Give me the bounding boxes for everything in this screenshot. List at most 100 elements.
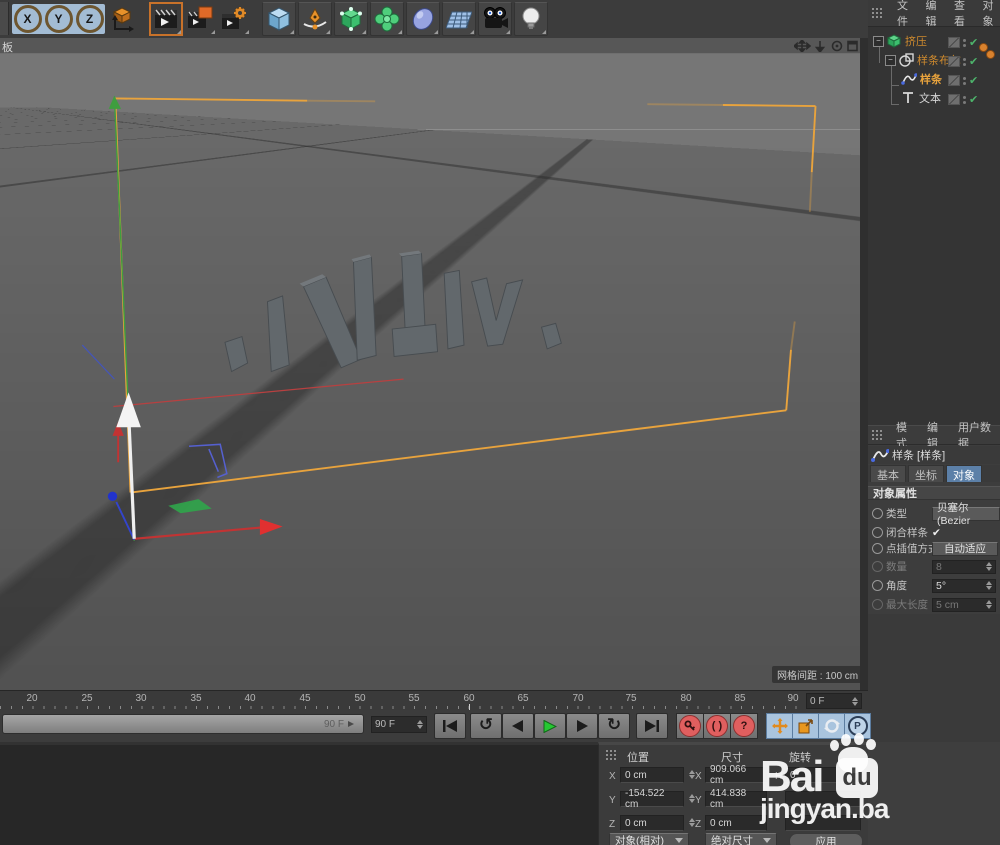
tab-object[interactable]: 对象: [946, 465, 982, 482]
position-x-field[interactable]: 0 cm: [620, 767, 684, 783]
panel-divider[interactable]: [860, 38, 868, 742]
panel-grip-icon[interactable]: [872, 8, 886, 18]
subdivision-surface-button[interactable]: [334, 2, 368, 36]
axis-lock-group: X Y Z: [12, 4, 105, 34]
anim-dot-icon[interactable]: [872, 527, 883, 538]
next-frame-button[interactable]: [566, 713, 598, 739]
metaball-button[interactable]: [406, 2, 440, 36]
lock-z-axis-button[interactable]: Z: [74, 4, 105, 34]
tree-label[interactable]: 文本: [919, 90, 941, 106]
visibility-toggles[interactable]: ✔: [948, 55, 978, 68]
autokey-button[interactable]: ( ): [703, 713, 731, 739]
size-header: 尺寸: [721, 749, 743, 765]
lock-y-axis-button[interactable]: Y: [43, 4, 74, 34]
angle-field[interactable]: 5°: [932, 579, 996, 593]
cloner-array-button[interactable]: [370, 2, 404, 36]
lock-x-axis-button[interactable]: X: [12, 4, 43, 34]
goto-end-button[interactable]: [636, 713, 668, 739]
enabled-check-icon[interactable]: ✔: [969, 74, 978, 87]
visibility-dots-icon[interactable]: [963, 58, 966, 66]
tick-label: 30: [135, 693, 146, 704]
loop-icon: ↻: [607, 715, 621, 735]
visibility-dots-icon[interactable]: [963, 96, 966, 104]
goto-start-button[interactable]: [434, 713, 466, 739]
light-bulb-icon: [518, 6, 544, 32]
panel-grip-icon[interactable]: [872, 430, 886, 440]
current-frame-spinner[interactable]: 90 F: [371, 716, 427, 733]
visibility-dots-icon[interactable]: [963, 39, 966, 47]
render-picture-viewer-button[interactable]: [184, 3, 216, 35]
key-parameter-button[interactable]: P: [844, 713, 871, 739]
tree-label[interactable]: 挤压: [905, 33, 927, 49]
position-y-field[interactable]: -154.522 cm: [620, 791, 684, 807]
size-y-field[interactable]: 414.838 cm: [705, 791, 767, 807]
visibility-toggles[interactable]: ✔: [948, 36, 978, 49]
coord-mode-dropdown[interactable]: 对象(相对): [609, 833, 689, 845]
tab-basic[interactable]: 基本: [870, 465, 906, 482]
end-frame-spinner[interactable]: 0 F: [806, 693, 862, 709]
rotation-b-field[interactable]: [785, 815, 861, 831]
anim-dot-icon: [872, 599, 883, 610]
tick-label: 80: [680, 693, 691, 704]
tree-label-selected[interactable]: 样条: [920, 71, 942, 87]
axis-label: X: [609, 771, 616, 782]
timeline-ruler[interactable]: 20 25 30 35 40 45 50 55 60 65 70 75 80 8…: [0, 690, 868, 711]
loop-button[interactable]: ↻: [598, 713, 630, 739]
apply-button[interactable]: 应用: [789, 833, 863, 845]
render-view-button[interactable]: [150, 3, 182, 35]
om-menu-file[interactable]: 文件: [897, 0, 915, 27]
light-button[interactable]: [514, 2, 548, 36]
play-reverse-button[interactable]: ↺: [470, 713, 502, 739]
enabled-check-icon[interactable]: ✔: [969, 93, 978, 106]
key-position-button[interactable]: [766, 713, 793, 739]
visibility-toggles[interactable]: ✔: [948, 93, 978, 106]
render-settings-button[interactable]: [218, 3, 250, 35]
type-dropdown[interactable]: 贝塞尔(Bezier: [932, 507, 1000, 521]
visibility-dots-icon[interactable]: [963, 77, 966, 85]
timeline-range-slider[interactable]: 90 F: [2, 714, 364, 734]
size-z-field[interactable]: 0 cm: [705, 815, 767, 831]
size-mode-dropdown[interactable]: 绝对尺寸: [705, 833, 777, 845]
tree-row-extrude[interactable]: − 挤压: [873, 33, 927, 49]
attr-row-angle: 角度 5°: [868, 577, 1000, 594]
layer-icon[interactable]: [948, 37, 960, 48]
coordinates-panel: 位置 尺寸 旋转 X 0 cm Y -154.522 cm Z 0 cm X 9…: [598, 742, 869, 845]
visibility-toggles[interactable]: ✔: [948, 74, 978, 87]
help-button[interactable]: ?: [730, 713, 758, 739]
enabled-check-icon[interactable]: ✔: [969, 36, 978, 49]
om-menu-view[interactable]: 查看: [954, 0, 972, 27]
close-spline-checkbox[interactable]: ✔: [932, 526, 941, 540]
size-x-field[interactable]: 909.066 cm: [705, 767, 767, 783]
key-rotation-button[interactable]: [818, 713, 845, 739]
anim-dot-icon[interactable]: [872, 508, 883, 519]
bottom-left-panel[interactable]: [0, 742, 598, 845]
tree-row-spline[interactable]: 样条: [901, 71, 942, 87]
play-button[interactable]: [534, 713, 566, 739]
collapse-icon[interactable]: −: [885, 55, 896, 66]
om-menu-object[interactable]: 对象: [983, 0, 1000, 27]
y-axis-label: Y: [45, 5, 73, 33]
tree-row-text[interactable]: 文本: [901, 90, 941, 106]
object-manager[interactable]: − 挤压 ✔ − 样条布尔 ✔: [868, 27, 1000, 425]
camera-button[interactable]: [478, 2, 512, 36]
pen-spline-button[interactable]: [298, 2, 332, 36]
key-scale-button[interactable]: [792, 713, 819, 739]
layer-icon[interactable]: [948, 94, 960, 105]
layer-icon[interactable]: [948, 75, 960, 86]
editor-dot-icon[interactable]: [986, 50, 995, 59]
collapse-icon[interactable]: −: [873, 36, 884, 47]
om-menu-edit[interactable]: 编辑: [926, 0, 944, 27]
layer-icon[interactable]: [948, 56, 960, 67]
anim-dot-icon[interactable]: [872, 580, 883, 591]
tick-label: 35: [190, 693, 201, 704]
workplane-icon[interactable]: [106, 3, 138, 35]
record-keyframe-button[interactable]: [676, 713, 704, 739]
floor-environment-button[interactable]: [442, 2, 476, 36]
interpolation-dropdown[interactable]: 自动适应: [932, 542, 998, 556]
tab-coordinates[interactable]: 坐标: [908, 465, 944, 482]
enabled-check-icon[interactable]: ✔: [969, 55, 978, 68]
position-z-field[interactable]: 0 cm: [620, 815, 684, 831]
anim-dot-icon[interactable]: [872, 543, 883, 554]
cube-primitive-button[interactable]: [262, 2, 296, 36]
prev-frame-button[interactable]: [502, 713, 534, 739]
